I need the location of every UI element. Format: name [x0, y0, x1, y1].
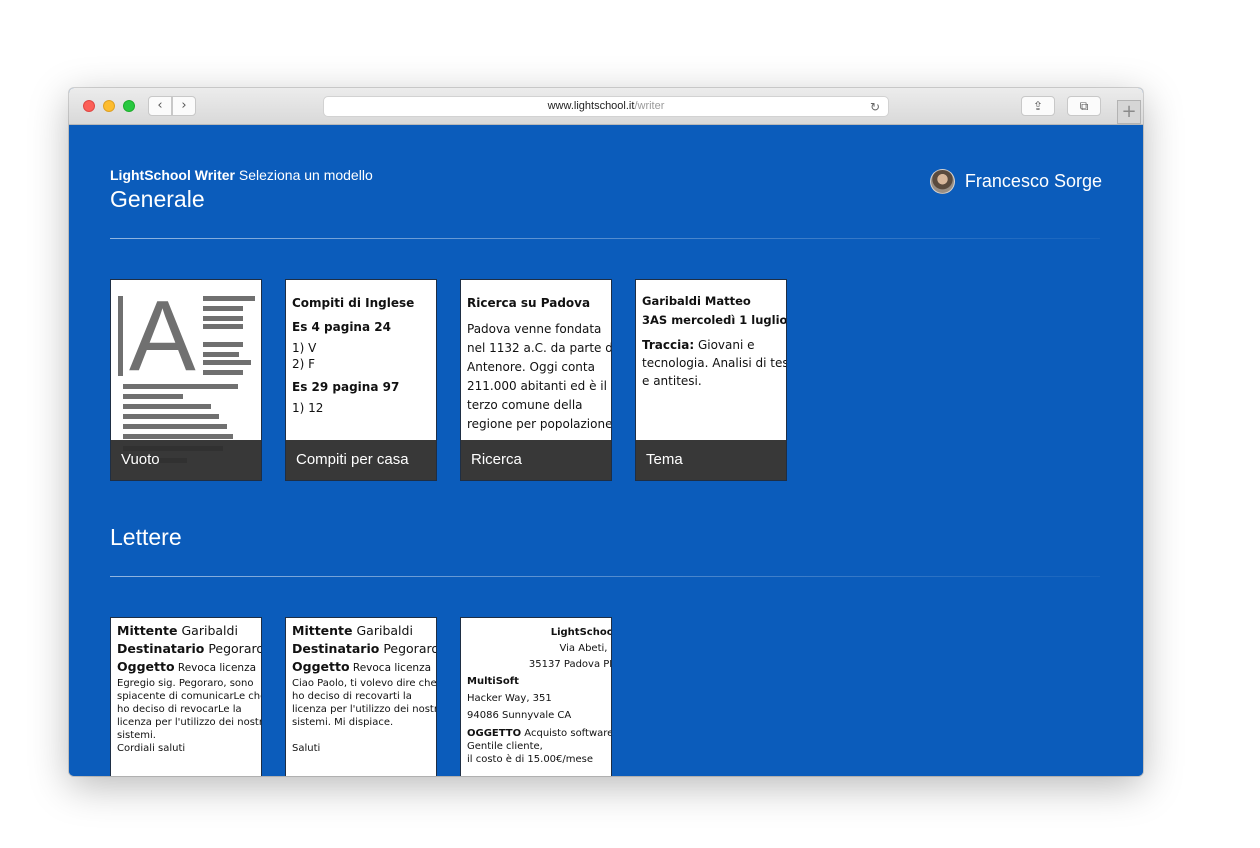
recipient-address: Hacker Way, 351	[467, 693, 552, 704]
preview-title: Ricerca su Padova	[467, 296, 591, 310]
card-label: Tema	[636, 440, 786, 480]
chevron-right-icon: ›	[181, 98, 187, 113]
template-card-tema[interactable]: Garibaldi Matteo 3AS mercoledì 1 luglio …	[635, 279, 787, 481]
share-button[interactable]: ⇪	[1021, 96, 1055, 116]
preview-body: Traccia: Giovani e tecnologia. Analisi d…	[642, 336, 786, 390]
section-title-lettere: Lettere	[110, 524, 182, 550]
minimize-window-button[interactable]	[103, 100, 115, 112]
browser-window: ‹ › www.lightschool.it/writer ↻ ⇪ ⧉ + Li…	[69, 88, 1143, 776]
reload-icon[interactable]: ↻	[870, 98, 880, 117]
card-label: Ricerca	[461, 440, 611, 480]
traccia-label: Traccia:	[642, 338, 695, 352]
recipient-name: MultiSoft	[467, 676, 519, 687]
oggetto-value: Acquisto software	[521, 728, 612, 739]
card-preview: Mittente Garibaldi Destinatario Pegoraro…	[286, 618, 437, 776]
template-card-vuoto[interactable]: A Vuoto	[110, 279, 262, 481]
preview-heading: Es 4 pagina 24	[292, 320, 391, 334]
letter-body: il costo è di 15.00€/mese	[467, 754, 594, 765]
card-preview: LightSchool Via Abeti, 1 35137 Padova PD…	[461, 618, 612, 776]
forward-button[interactable]: ›	[172, 96, 196, 116]
letter-card-informale[interactable]: Mittente Garibaldi Destinatario Pegoraro…	[285, 617, 437, 776]
sender-address: 35137 Padova PD	[528, 659, 612, 670]
destinatario-label: Destinatario	[117, 641, 205, 656]
oggetto-value: Revoca licenza	[174, 662, 257, 674]
back-button[interactable]: ‹	[148, 96, 172, 116]
preview-line: 3AS mercoledì 1 luglio	[642, 313, 787, 327]
user-menu[interactable]: Francesco Sorge	[929, 169, 1102, 194]
oggetto-value: Revoca licenza	[349, 662, 432, 674]
zoom-window-button[interactable]	[123, 100, 135, 112]
show-tabs-button[interactable]: ⧉	[1067, 96, 1101, 116]
app-subtitle: Seleziona un modello	[238, 167, 373, 183]
letter-closing: Cordiali saluti	[117, 743, 186, 754]
letter-body: Egregio sig. Pegoraro, sono spiacente di…	[117, 678, 262, 741]
mittente-value: Garibaldi	[352, 623, 413, 638]
divider	[110, 576, 1100, 577]
preview-line: 1) 12	[292, 401, 324, 415]
avatar	[929, 169, 955, 194]
user-name: Francesco Sorge	[964, 171, 1102, 191]
mittente-value: Garibaldi	[177, 623, 238, 638]
preview-body: Padova venne fondata nel 1132 a.C. da pa…	[467, 322, 612, 431]
section-title-generale: Generale	[110, 186, 205, 212]
letter-closing: Saluti	[292, 743, 321, 754]
url-path: /writer	[634, 100, 665, 112]
address-bar[interactable]: www.lightschool.it/writer ↻	[323, 96, 889, 117]
sender-address: Via Abeti, 1	[559, 643, 612, 654]
card-preview: Mittente Garibaldi Destinatario Pegoraro…	[111, 618, 262, 776]
letter-greeting: Gentile cliente,	[467, 741, 543, 752]
oggetto-label: Oggetto	[117, 659, 175, 674]
sender-name: LightSchool	[550, 627, 612, 638]
divider	[110, 238, 1100, 239]
preview-line: 2) F	[292, 357, 316, 371]
preview-line: 1) V	[292, 341, 317, 355]
letter-card-formale[interactable]: Mittente Garibaldi Destinatario Pegoraro…	[110, 617, 262, 776]
destinatario-label: Destinatario	[292, 641, 380, 656]
page-content: LightSchool Writer Seleziona un modello …	[69, 125, 1143, 776]
destinatario-value: Pegoraro	[204, 641, 262, 656]
browser-toolbar: ‹ › www.lightschool.it/writer ↻ ⇪ ⧉ +	[69, 88, 1143, 125]
app-name: LightSchool Writer	[110, 167, 235, 183]
app-title: LightSchool Writer Seleziona un modello	[110, 167, 373, 183]
letter-card-commerciale[interactable]: LightSchool Via Abeti, 1 35137 Padova PD…	[460, 617, 612, 776]
destinatario-value: Pegoraro	[379, 641, 437, 656]
recipient-address: 94086 Sunnyvale CA	[467, 710, 572, 721]
preview-line: Garibaldi Matteo	[642, 294, 751, 308]
preview-title: Compiti di Inglese	[292, 296, 415, 310]
mittente-label: Mittente	[117, 623, 178, 638]
close-window-button[interactable]	[83, 100, 95, 112]
new-tab-button[interactable]: +	[1117, 100, 1141, 124]
template-card-ricerca[interactable]: Ricerca su Padova Padova venne fondata n…	[460, 279, 612, 481]
tabs-icon: ⧉	[1079, 99, 1089, 113]
chevron-left-icon: ‹	[157, 98, 163, 113]
letter-body: Ciao Paolo, ti volevo dire che ho deciso…	[292, 678, 437, 728]
preview-heading: Es 29 pagina 97	[292, 380, 400, 394]
card-label: Vuoto	[111, 440, 261, 480]
card-label: Compiti per casa	[286, 440, 436, 480]
mittente-label: Mittente	[292, 623, 353, 638]
template-card-compiti[interactable]: Compiti di Inglese Es 4 pagina 24 1) V 2…	[285, 279, 437, 481]
oggetto-label: OGGETTO	[467, 728, 522, 739]
url-domain: www.lightschool.it	[547, 100, 635, 112]
oggetto-label: Oggetto	[292, 659, 350, 674]
plus-icon: +	[1121, 101, 1137, 122]
share-icon: ⇪	[1032, 99, 1044, 113]
